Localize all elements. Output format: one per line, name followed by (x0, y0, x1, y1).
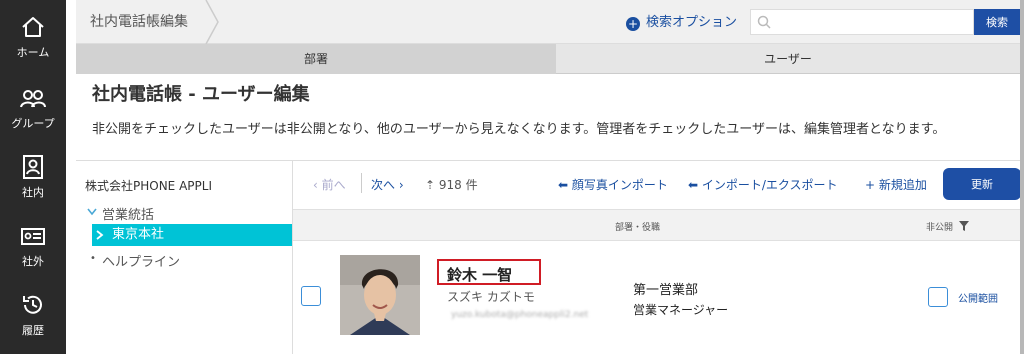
private-checkbox[interactable] (928, 287, 948, 307)
tree-node-sales[interactable]: 営業統括 (102, 204, 154, 223)
search-options-label: 検索オプション (646, 15, 738, 30)
search-options-link[interactable]: + 検索オプション (626, 11, 737, 31)
nav-internal[interactable]: 社内 (0, 146, 66, 214)
bullet-icon: • (90, 253, 96, 264)
plus-circle-icon: + (626, 17, 640, 31)
nav-home-label: ホーム (16, 46, 50, 59)
add-new-label: 新規追加 (878, 178, 927, 192)
nav-external[interactable]: 社外 (0, 215, 66, 283)
user-department: 第一営業部 (633, 283, 699, 298)
sidebar: ホーム グループ 社内 社外 履歴 (0, 0, 66, 354)
chevron-right-icon: › (395, 178, 404, 192)
nav-history[interactable]: 履歴 (0, 284, 66, 352)
sidebar-gutter (66, 0, 76, 354)
table-row[interactable]: 鈴木 一智 スズキ カズトモ yuzo.kubota@phoneappli2.n… (293, 243, 1021, 354)
plus-icon: + (865, 178, 879, 192)
toolbar-divider (361, 173, 362, 193)
chevron-left-icon: ‹ (313, 178, 322, 192)
reply-arrow-icon: ⬅ (688, 178, 702, 192)
chevron-down-icon[interactable] (87, 208, 97, 216)
tab-department[interactable]: 部署 (76, 44, 556, 74)
tree-node-helpline[interactable]: ヘルプライン (102, 251, 180, 270)
search-button[interactable]: 検索 (974, 9, 1020, 35)
external-contact-icon (21, 228, 45, 245)
home-icon (22, 17, 44, 37)
prev-label: 前へ (321, 178, 346, 192)
import-export-label: インポート/エクスポート (701, 178, 838, 192)
result-count: ⇡ 918 件 (425, 176, 478, 193)
page-title: 社内電話帳 - ユーザー編集 (92, 84, 310, 105)
nav-external-label: 社外 (22, 255, 44, 268)
internal-contact-icon (23, 155, 43, 179)
scope-link[interactable]: 公開範囲 (958, 290, 998, 305)
user-position: 営業マネージャー (633, 303, 729, 317)
user-kana: スズキ カズトモ (447, 290, 535, 304)
user-portrait-icon (340, 255, 420, 335)
top-header: 社内電話帳編集 + 検索オプション 検索 (76, 0, 1020, 44)
search-input[interactable] (779, 13, 969, 33)
tree-root[interactable]: 株式会社PHONE APPLI (85, 177, 212, 194)
search-box (750, 9, 974, 35)
breadcrumb-separator-icon (205, 0, 219, 44)
user-name[interactable]: 鈴木 一智 (447, 264, 512, 285)
next-label: 次へ (371, 178, 396, 192)
nav-internal-label: 社内 (22, 186, 44, 199)
search-icon (757, 15, 771, 29)
photo-import-label: 顔写真インポート (571, 178, 668, 192)
photo-import-button[interactable]: ⬅ 顔写真インポート (558, 176, 668, 193)
user-email: yuzo.kubota@phoneappli2.net (451, 310, 589, 320)
select-checkbox[interactable] (301, 286, 321, 306)
result-count-label: 918 件 (438, 178, 478, 192)
history-icon (23, 295, 42, 314)
next-page-button[interactable]: 次へ › (371, 176, 404, 193)
tab-user[interactable]: ユーザー (556, 44, 1020, 74)
column-header: 部署・役職 非公開 (293, 209, 1021, 241)
prev-page-button[interactable]: ‹ 前へ (313, 176, 346, 193)
nav-group-label: グループ (11, 117, 55, 130)
tab-bar: 部署 ユーザー (76, 44, 1020, 74)
list-toolbar: ‹ 前へ 次へ › ⇡ 918 件 ⬅ 顔写真インポート ⬅ インポート/エクス… (293, 161, 1021, 205)
page-description: 非公開をチェックしたユーザーは非公開となり、他のユーザーから見えなくなります。管… (92, 122, 946, 137)
update-button[interactable]: 更新 (943, 168, 1021, 200)
org-tree-panel: 株式会社PHONE APPLI 営業統括 東京本社 • ヘルプライン (76, 160, 292, 354)
filter-icon[interactable] (959, 221, 969, 231)
breadcrumb[interactable]: 社内電話帳編集 (90, 11, 188, 31)
import-export-button[interactable]: ⬅ インポート/エクスポート (688, 176, 838, 193)
chevron-right-icon (96, 230, 104, 240)
user-list-panel: ‹ 前へ 次へ › ⇡ 918 件 ⬅ 顔写真インポート ⬅ インポート/エクス… (292, 160, 1021, 354)
tree-node-tokyo-label: 東京本社 (112, 227, 165, 242)
tree-node-tokyo[interactable]: 東京本社 (92, 224, 292, 246)
col-private: 非公開 (926, 223, 954, 233)
nav-history-label: 履歴 (22, 324, 44, 337)
col-dept-title: 部署・役職 (615, 223, 661, 233)
nav-group[interactable]: グループ (0, 77, 66, 145)
group-icon (20, 90, 46, 108)
up-arrow-icon: ⇡ (425, 178, 439, 192)
user-photo (340, 255, 420, 335)
reply-arrow-icon: ⬅ (558, 178, 572, 192)
add-new-button[interactable]: + 新規追加 (865, 176, 927, 193)
window-edge (1020, 0, 1024, 354)
nav-home[interactable]: ホーム (0, 6, 66, 74)
